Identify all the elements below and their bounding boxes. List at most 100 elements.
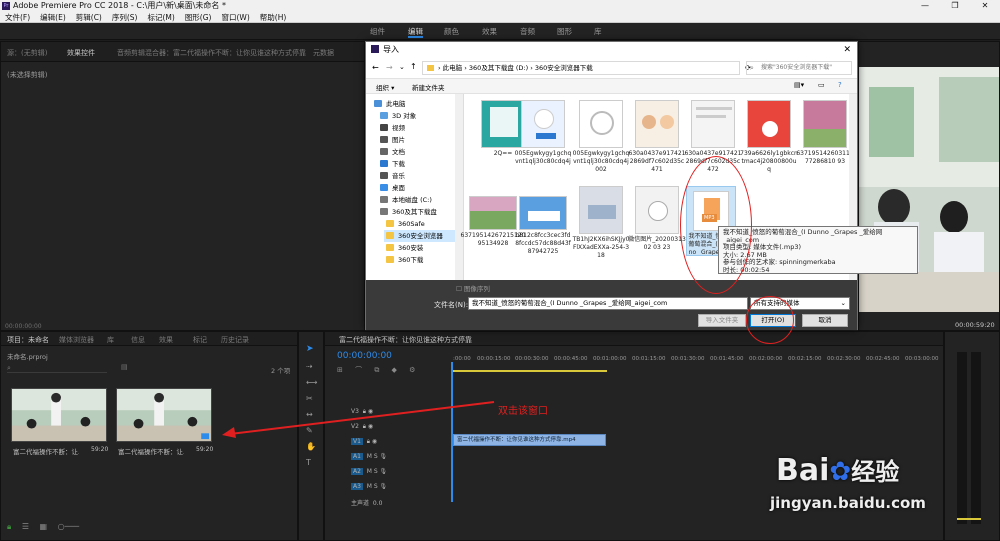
tab-libraries[interactable]: 库: [107, 335, 114, 345]
menu-window[interactable]: 窗口(W): [216, 12, 254, 23]
timeline-timecode[interactable]: 00:00:00:00: [337, 351, 392, 361]
nav-item[interactable]: 360及其下载盘: [380, 206, 437, 218]
icon-view-icon[interactable]: ▦: [40, 522, 48, 531]
bin-icon[interactable]: ▤: [121, 363, 128, 371]
preview-pane-icon[interactable]: ▭: [818, 81, 825, 89]
workspace-tab-editing[interactable]: 编辑: [408, 23, 423, 40]
close-window-button[interactable]: ✕: [970, 0, 1000, 12]
menu-file[interactable]: 文件(F): [0, 12, 35, 23]
workspace-tab-graphics[interactable]: 图形: [557, 23, 572, 40]
tab-metadata[interactable]: 元数据: [313, 48, 334, 58]
file-item[interactable]: 739a6626ly1gbkcntmac4j20800800uq: [740, 100, 798, 174]
tab-history[interactable]: 历史记录: [221, 335, 249, 345]
file-item[interactable]: 005Egwkygy1gchqvnt1qlj30c80cdq4j002: [572, 100, 630, 174]
file-thumbnail: [803, 100, 847, 148]
help-icon[interactable]: ?: [838, 81, 842, 89]
up-arrow-icon[interactable]: ↑: [410, 62, 417, 71]
back-arrow-icon[interactable]: ←: [372, 63, 379, 72]
project-search-input[interactable]: ⌕: [7, 363, 107, 373]
nav-item-selected[interactable]: 360安全浏览器: [384, 230, 456, 242]
file-item[interactable]: 63719514260311577286810 93: [796, 100, 854, 166]
zoom-slider[interactable]: ○───: [58, 522, 79, 531]
file-item[interactable]: b812c8fcc3cec3fd8fccdc57dc88d43f87942725: [514, 186, 572, 256]
file-item[interactable]: 630a0437e9174212869df7c602d35c471: [628, 100, 686, 174]
nav-item[interactable]: 图片: [380, 134, 405, 146]
new-folder-button[interactable]: 新建文件夹: [412, 82, 445, 92]
project-clip-item[interactable]: 富二代福操作不断：让... 59:20: [116, 388, 214, 456]
master-volume[interactable]: 0.0: [373, 500, 383, 507]
menu-clip[interactable]: 剪辑(C): [71, 12, 107, 23]
timeline-tool-icons[interactable]: ⊞ ⌒ ⧉ ◆ ⚙: [337, 365, 437, 375]
desktop-icon: [380, 184, 388, 191]
mic-icon[interactable]: 🎙︎: [380, 453, 388, 460]
track-label[interactable]: A2: [351, 468, 363, 475]
tab-media-browser[interactable]: 媒体浏览器: [59, 335, 94, 345]
lock-icon[interactable]: 🔒︎: [7, 522, 11, 531]
filename-input[interactable]: 我不知道_愤怒的葡萄混合_(I Dunno _Grapes _爱给网_aigei…: [468, 297, 748, 310]
nav-item[interactable]: 360Safe: [386, 218, 425, 230]
nav-item[interactable]: 3D 对象: [380, 110, 416, 122]
nav-item[interactable]: 视频: [380, 122, 405, 134]
list-view-icon[interactable]: ☰: [22, 522, 29, 531]
workspace-tab-audio[interactable]: 音频: [520, 23, 535, 40]
tab-info[interactable]: 信息: [131, 335, 145, 345]
breadcrumb-item[interactable]: 360安全浏览器下载: [535, 64, 593, 72]
tab-markers[interactable]: 标记: [193, 335, 207, 345]
nav-item[interactable]: 桌面: [380, 182, 405, 194]
menu-marker[interactable]: 标记(M): [142, 12, 179, 23]
breadcrumb-item[interactable]: 360及其下载盘 (D:): [469, 64, 528, 72]
nav-item[interactable]: 音乐: [380, 170, 405, 182]
view-options-icon[interactable]: ▤▾: [794, 81, 804, 89]
nav-item[interactable]: 本地磁盘 (C:): [380, 194, 432, 206]
nav-item[interactable]: 360安装: [386, 242, 423, 254]
source-tab-strip: 源：(无剪辑) 效果控件 音频剪辑混合器：富二代福操作不断：让你见谁这种方式停靠…: [1, 42, 364, 62]
forward-arrow-icon[interactable]: →: [386, 63, 393, 72]
timeline-ruler[interactable]: :00:00 00:00:15:00 00:00:30:00 00:00:45:…: [451, 350, 941, 374]
project-clip-item[interactable]: 富二代福操作不断：让... 59:20: [11, 388, 109, 456]
selection-tool-icon[interactable]: ➤: [306, 344, 314, 354]
type-tool-icon[interactable]: T: [306, 458, 311, 467]
nav-item[interactable]: 文档: [380, 146, 405, 158]
nav-item[interactable]: 360下载: [386, 254, 423, 266]
track-label[interactable]: A3: [351, 483, 363, 490]
work-area-bar[interactable]: [451, 370, 607, 372]
tab-project[interactable]: 项目：未命名: [7, 335, 49, 345]
mic-icon[interactable]: 🎙︎: [380, 468, 388, 475]
nav-item[interactable]: 此电脑: [374, 98, 406, 110]
nav-item[interactable]: 下载: [380, 158, 405, 170]
recent-dropdown-icon[interactable]: ⌄: [399, 63, 405, 71]
track-select-tool-icon[interactable]: ⇢: [306, 362, 313, 371]
workspace-tab-assembly[interactable]: 组件: [370, 23, 385, 40]
file-item[interactable]: 005Egwkygy1gchqvnt1qlj30c80cdq4j: [514, 100, 572, 166]
tab-source[interactable]: 源：(无剪辑): [7, 48, 47, 58]
organize-button[interactable]: 组织 ▾: [376, 82, 394, 92]
image-sequence-checkbox[interactable]: ☐ 图像序列: [456, 283, 490, 293]
track-label[interactable]: A1: [351, 453, 363, 460]
tab-sequence[interactable]: 富二代福操作不断：让你见谁这种方式停靠: [339, 335, 472, 345]
cancel-button[interactable]: 取消: [802, 314, 848, 327]
maximize-button[interactable]: ❐: [940, 0, 970, 12]
menu-sequence[interactable]: 序列(S): [107, 12, 143, 23]
workspace-tab-libraries[interactable]: 库: [594, 23, 602, 40]
annotation-circle-open: [746, 296, 794, 344]
address-bar[interactable]: › 此电脑 › 360及其下载盘 (D:) › 360安全浏览器下载: [422, 61, 740, 75]
tab-effect-controls[interactable]: 效果控件: [67, 48, 95, 58]
workspace-tab-effects[interactable]: 效果: [482, 23, 497, 40]
ripple-edit-tool-icon[interactable]: ⟷: [306, 378, 317, 387]
menu-edit[interactable]: 编辑(E): [35, 12, 71, 23]
mic-icon[interactable]: 🎙︎: [380, 483, 388, 490]
tab-effects[interactable]: 效果: [159, 335, 173, 345]
workspace-tab-color[interactable]: 颜色: [444, 23, 459, 40]
breadcrumb-item[interactable]: 此电脑: [443, 64, 463, 72]
import-folder-button[interactable]: 导入文件夹: [698, 314, 746, 327]
minimize-button[interactable]: —: [910, 0, 940, 12]
file-item[interactable]: TB1hJ2KX6ihSKJjy0FlXXadEXXa-254-318: [572, 186, 630, 260]
dialog-close-icon[interactable]: ✕: [843, 42, 851, 58]
hand-tool-icon[interactable]: ✋: [306, 442, 316, 451]
nav-label: 下载: [392, 160, 405, 168]
menu-help[interactable]: 帮助(H): [255, 12, 292, 23]
file-item[interactable]: 微信图片_2020031302 03 23: [628, 186, 686, 252]
menu-graphics[interactable]: 图形(G): [180, 12, 217, 23]
tab-audio-clip-mixer[interactable]: 音频剪辑混合器：富二代福操作不断：让你见谁这种方式停靠: [117, 48, 309, 58]
search-input[interactable]: 搜索"360安全浏览器下载": [746, 61, 852, 75]
